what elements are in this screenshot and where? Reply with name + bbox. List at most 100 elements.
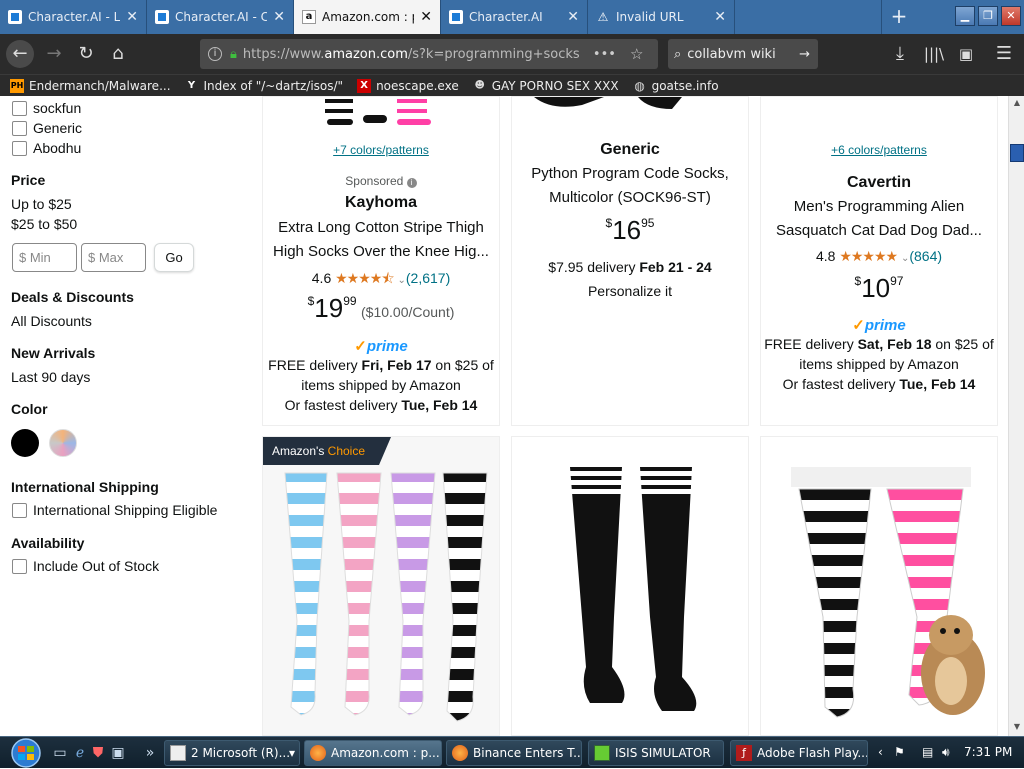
- product-image[interactable]: [277, 471, 497, 727]
- checkbox[interactable]: [12, 502, 27, 518]
- window-close-button[interactable]: ✕: [1001, 6, 1021, 26]
- max-price-input[interactable]: $ Max: [81, 243, 146, 272]
- bookmark-noescape[interactable]: X noescape.exe: [357, 78, 459, 93]
- checkbox[interactable]: [12, 558, 27, 574]
- product-price[interactable]: $1097: [761, 273, 997, 309]
- forward-button[interactable]: →: [40, 40, 68, 68]
- new-tab-button[interactable]: +: [886, 4, 912, 30]
- color-swatch-black[interactable]: [11, 429, 39, 457]
- product-price[interactable]: $1695: [512, 215, 748, 251]
- product-price[interactable]: $1999 ($10.00/Count): [263, 293, 499, 329]
- bookmark-goatse[interactable]: ◍ goatse.info: [633, 79, 718, 93]
- scroll-thumb[interactable]: [1010, 144, 1024, 162]
- price-range-link[interactable]: $25 to $50: [11, 216, 77, 232]
- tab-invalid-url[interactable]: ⚠ Invalid URL ✕: [588, 0, 735, 34]
- min-price-input[interactable]: $ Min: [12, 243, 77, 272]
- product-title[interactable]: Multicolor (SOCK96-ST): [512, 189, 748, 206]
- out-of-stock-filter[interactable]: Include Out of Stock: [12, 558, 159, 574]
- last-90-days-link[interactable]: Last 90 days: [11, 369, 90, 385]
- product-rating[interactable]: 4.8 ★★★★★ ⌄(864): [761, 248, 997, 265]
- bookmark-malware[interactable]: PH Endermanch/Malware...: [10, 78, 171, 93]
- product-rating[interactable]: 4.6 ★★★★⯪ ⌄(2,617): [263, 268, 499, 292]
- taskbar-item-isis-simulator[interactable]: ISIS SIMULATOR: [588, 740, 724, 766]
- checkbox[interactable]: [12, 120, 27, 136]
- brand-filter-generic[interactable]: Generic: [12, 120, 82, 136]
- shield-icon[interactable]: ⛊: [90, 745, 106, 761]
- tray-expand-icon[interactable]: ‹: [878, 745, 883, 759]
- back-button[interactable]: ←: [6, 40, 34, 68]
- product-image[interactable]: [552, 467, 712, 727]
- product-card[interactable]: Amazon's Choice: [262, 436, 500, 736]
- brand-filter-sockfun[interactable]: sockfun: [12, 100, 81, 116]
- price-range-link[interactable]: Up to $25: [11, 196, 72, 212]
- tab-character-ai-1[interactable]: Character.AI - L ✕: [0, 0, 147, 34]
- bookmark-4[interactable]: ☻ GAY PORNO SEX XXX: [473, 79, 618, 93]
- scroll-up-arrow[interactable]: ▲: [1011, 98, 1023, 110]
- show-desktop-icon[interactable]: ▭: [52, 745, 68, 761]
- all-discounts-link[interactable]: All Discounts: [11, 313, 92, 329]
- volume-icon[interactable]: 🔊︎: [942, 745, 950, 760]
- bookmark-star-icon[interactable]: ☆: [630, 45, 643, 63]
- taskbar-item-flash-player[interactable]: ƒ Adobe Flash Play...: [730, 740, 868, 766]
- international-shipping-filter[interactable]: International Shipping Eligible: [12, 502, 217, 518]
- network-icon[interactable]: ▤: [922, 745, 933, 759]
- color-swatch-multicolor[interactable]: [49, 429, 77, 457]
- product-card[interactable]: Generic Python Program Code Socks, Multi…: [511, 96, 749, 426]
- action-center-icon[interactable]: ⚑: [894, 745, 905, 759]
- product-card[interactable]: +7 colors/patterns Sponsored i Kayhoma E…: [262, 96, 500, 426]
- ie-icon[interactable]: ℯ: [72, 745, 88, 761]
- taskbar-item-binance[interactable]: Binance Enters T...: [446, 740, 582, 766]
- product-card[interactable]: [760, 436, 998, 736]
- product-card[interactable]: +6 colors/patterns Cavertin Men's Progra…: [760, 96, 998, 426]
- go-button[interactable]: Go: [154, 243, 194, 272]
- taskbar-item-microsoft[interactable]: 2 Microsoft (R)... ▾: [164, 740, 300, 766]
- search-input[interactable]: collabvm wiki: [687, 47, 799, 62]
- sponsored-label[interactable]: Sponsored i: [263, 174, 499, 188]
- computer-icon[interactable]: ▣: [110, 745, 126, 761]
- product-title[interactable]: Python Program Code Socks,: [512, 165, 748, 182]
- home-button[interactable]: ⌂: [104, 40, 132, 68]
- menu-icon[interactable]: ☰: [990, 40, 1018, 68]
- tab-amazon[interactable]: a Amazon.com : p ✕: [294, 0, 441, 34]
- start-button[interactable]: [4, 737, 48, 769]
- tab-present[interactable]: present: [735, 0, 882, 34]
- colors-patterns-link[interactable]: +6 colors/patterns: [761, 143, 997, 157]
- library-icon[interactable]: |||\: [920, 40, 948, 68]
- product-title[interactable]: High Socks Over the Knee Hig...: [263, 243, 499, 260]
- colors-patterns-link[interactable]: +7 colors/patterns: [263, 143, 499, 157]
- checkbox[interactable]: [12, 100, 27, 116]
- product-card[interactable]: [511, 436, 749, 736]
- close-icon[interactable]: ✕: [567, 9, 579, 25]
- clock[interactable]: 7:31 PM: [964, 745, 1012, 759]
- close-icon[interactable]: ✕: [126, 9, 138, 25]
- restore-button[interactable]: ❐: [978, 6, 998, 26]
- close-icon[interactable]: ✕: [273, 9, 285, 25]
- sidebar-icon[interactable]: ▣: [952, 40, 980, 68]
- tab-character-ai-3[interactable]: Character.AI ✕: [441, 0, 588, 34]
- product-image[interactable]: [512, 97, 748, 117]
- search-go-icon[interactable]: →: [799, 47, 810, 62]
- product-image[interactable]: [263, 97, 499, 129]
- url-bar[interactable]: i 🔒︎ https://www.amazon.com/s?k=programm…: [200, 39, 658, 69]
- minimize-button[interactable]: ▁: [955, 6, 975, 26]
- review-count[interactable]: (864): [909, 248, 942, 264]
- search-bar[interactable]: ⌕ collabvm wiki →: [668, 39, 818, 69]
- download-icon[interactable]: ⤓: [886, 40, 914, 68]
- page-scrollbar[interactable]: ▲ ▼: [1008, 96, 1024, 736]
- overflow-chevron-icon[interactable]: »: [142, 745, 158, 761]
- product-image[interactable]: [791, 467, 991, 727]
- product-title[interactable]: Extra Long Cotton Stripe Thigh: [263, 219, 499, 236]
- scroll-down-arrow[interactable]: ▼: [1011, 722, 1023, 734]
- tab-character-ai-2[interactable]: Character.AI - C ✕: [147, 0, 294, 34]
- product-title[interactable]: Sasquatch Cat Dad Dog Dad...: [761, 222, 997, 239]
- review-count[interactable]: (2,617): [406, 270, 450, 286]
- checkbox[interactable]: [12, 140, 27, 156]
- page-actions-icon[interactable]: •••: [593, 47, 616, 62]
- personalize-label[interactable]: Personalize it: [512, 283, 748, 299]
- bookmark-index-isos[interactable]: Y Index of "/~dartz/isos/": [185, 79, 343, 93]
- info-icon[interactable]: i: [208, 47, 222, 61]
- reload-button[interactable]: ↻: [72, 40, 100, 68]
- brand-filter-abodhu[interactable]: Abodhu: [12, 140, 81, 156]
- close-icon[interactable]: ✕: [714, 9, 726, 25]
- close-icon[interactable]: ✕: [420, 9, 432, 25]
